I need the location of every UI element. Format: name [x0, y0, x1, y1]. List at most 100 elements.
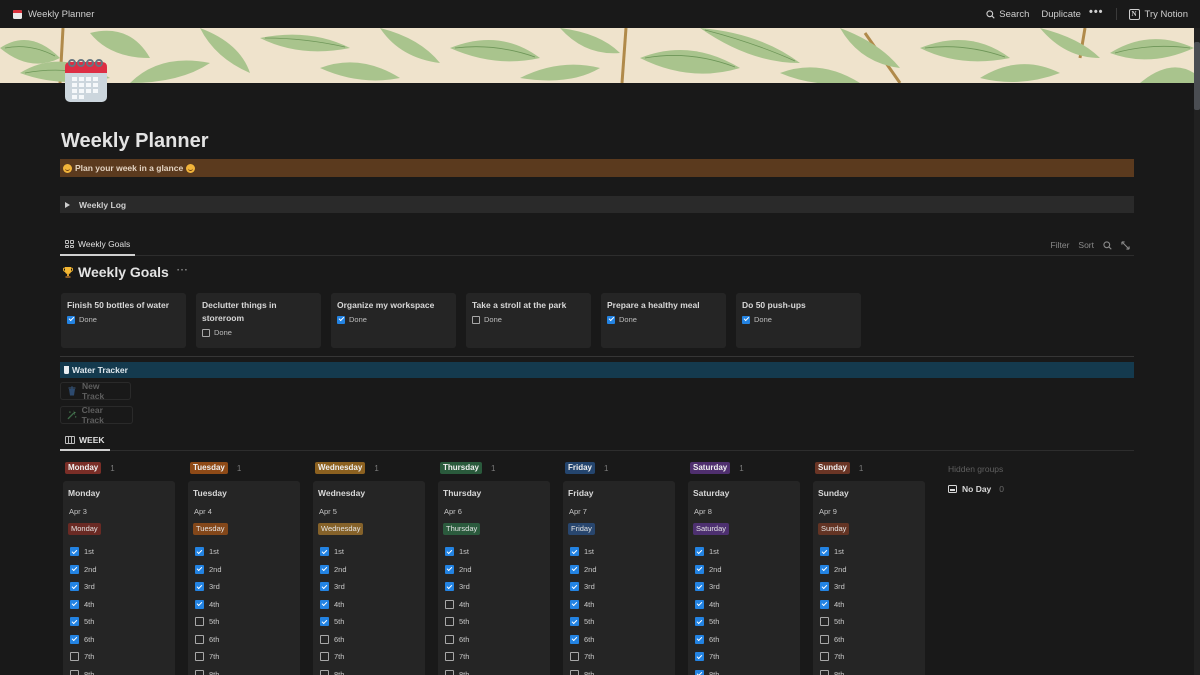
water-checkbox[interactable]: [195, 652, 204, 662]
calendar-icon[interactable]: [64, 57, 108, 103]
try-notion-button[interactable]: N Try Notion: [1128, 8, 1188, 20]
breadcrumb[interactable]: Weekly Planner: [13, 9, 94, 20]
search-icon[interactable]: [1103, 240, 1112, 250]
column-header[interactable]: Friday 1: [565, 461, 675, 475]
board-card[interactable]: Monday Apr 3 Monday 1st 2nd 3rd 4th 5th 6th 7th 8t…: [63, 481, 175, 675]
water-checkbox[interactable]: [695, 634, 704, 644]
water-checkbox[interactable]: [70, 564, 79, 574]
water-checkbox[interactable]: [70, 669, 79, 675]
water-checkbox[interactable]: [570, 599, 579, 609]
water-checkbox[interactable]: [70, 599, 79, 609]
done-checkbox[interactable]: [67, 315, 75, 324]
water-checkbox[interactable]: [695, 547, 704, 557]
water-checkbox[interactable]: [445, 669, 454, 675]
water-checkbox[interactable]: [195, 617, 204, 627]
water-checkbox[interactable]: [445, 564, 454, 574]
goal-card[interactable]: Finish 50 bottles of water Done: [61, 293, 186, 348]
water-checkbox[interactable]: [195, 634, 204, 644]
scrollbar-thumb[interactable]: [1194, 42, 1200, 110]
water-checkbox[interactable]: [695, 564, 704, 574]
page-title[interactable]: Weekly Planner: [61, 130, 208, 153]
water-checkbox[interactable]: [70, 547, 79, 557]
tab-weekly-goals[interactable]: Weekly Goals: [60, 234, 136, 256]
water-checkbox[interactable]: [195, 564, 204, 574]
column-header[interactable]: Tuesday 1: [190, 461, 300, 475]
water-checkbox[interactable]: [820, 547, 829, 557]
done-checkbox[interactable]: [472, 315, 480, 324]
board-card[interactable]: Tuesday Apr 4 Tuesday 1st 2nd 3rd 4th 5th 6th 7th…: [188, 481, 300, 675]
water-checkbox[interactable]: [320, 547, 329, 557]
goal-card[interactable]: Take a stroll at the park Done: [466, 293, 591, 348]
column-header[interactable]: Thursday 1: [440, 461, 550, 475]
water-checkbox[interactable]: [195, 599, 204, 609]
column-header[interactable]: Sunday 1: [815, 461, 925, 475]
water-checkbox[interactable]: [70, 652, 79, 662]
water-checkbox[interactable]: [820, 599, 829, 609]
duplicate-button[interactable]: Duplicate: [1041, 9, 1081, 20]
board-card[interactable]: Saturday Apr 8 Saturday 1st 2nd 3rd 4th 5th 6th 7…: [688, 481, 800, 675]
hidden-group-no-day[interactable]: No Day 0: [948, 484, 1004, 494]
water-checkbox[interactable]: [820, 669, 829, 675]
water-checkbox[interactable]: [320, 564, 329, 574]
water-checkbox[interactable]: [320, 669, 329, 675]
more-options-button[interactable]: •••: [1089, 6, 1104, 18]
water-checkbox[interactable]: [570, 669, 579, 675]
water-checkbox[interactable]: [570, 582, 579, 592]
water-checkbox[interactable]: [695, 669, 704, 675]
water-checkbox[interactable]: [70, 617, 79, 627]
water-checkbox[interactable]: [320, 652, 329, 662]
database-more-button[interactable]: ···: [177, 265, 189, 276]
expand-icon[interactable]: [1121, 240, 1130, 250]
water-checkbox[interactable]: [820, 617, 829, 627]
water-checkbox[interactable]: [320, 617, 329, 627]
sort-button[interactable]: Sort: [1078, 240, 1094, 250]
goal-card[interactable]: Do 50 push-ups Done: [736, 293, 861, 348]
water-checkbox[interactable]: [445, 634, 454, 644]
done-checkbox[interactable]: [202, 328, 210, 337]
water-checkbox[interactable]: [320, 634, 329, 644]
filter-button[interactable]: Filter: [1051, 240, 1070, 250]
water-checkbox[interactable]: [320, 599, 329, 609]
search-button[interactable]: Search: [986, 9, 1029, 20]
done-checkbox[interactable]: [607, 315, 615, 324]
water-checkbox[interactable]: [195, 669, 204, 675]
board-card[interactable]: Friday Apr 7 Friday 1st 2nd 3rd 4th 5th 6th 7th 8t…: [563, 481, 675, 675]
water-checkbox[interactable]: [820, 652, 829, 662]
goal-card[interactable]: Prepare a healthy meal Done: [601, 293, 726, 348]
scrollbar[interactable]: [1194, 28, 1200, 675]
done-checkbox[interactable]: [337, 315, 345, 324]
water-checkbox[interactable]: [570, 634, 579, 644]
database-title[interactable]: Weekly Goals ···: [63, 264, 188, 280]
water-checkbox[interactable]: [695, 599, 704, 609]
water-checkbox[interactable]: [570, 652, 579, 662]
water-checkbox[interactable]: [695, 652, 704, 662]
column-header[interactable]: Wednesday 1: [315, 461, 425, 475]
water-checkbox[interactable]: [570, 564, 579, 574]
callout[interactable]: Plan your week in a glance: [60, 159, 1134, 177]
column-header[interactable]: Saturday 1: [690, 461, 800, 475]
done-checkbox[interactable]: [742, 315, 750, 324]
goal-card[interactable]: Organize my workspace Done: [331, 293, 456, 348]
weekly-log-toggle[interactable]: Weekly Log: [60, 196, 1134, 213]
water-checkbox[interactable]: [695, 582, 704, 592]
water-checkbox[interactable]: [820, 634, 829, 644]
toggle-triangle-icon[interactable]: [65, 201, 70, 208]
water-checkbox[interactable]: [195, 547, 204, 557]
new-track-button[interactable]: New Track: [60, 381, 131, 401]
board-card[interactable]: Sunday Apr 9 Sunday 1st 2nd 3rd 4th 5th 6th 7th 8t…: [813, 481, 925, 675]
water-checkbox[interactable]: [820, 582, 829, 592]
clear-track-button[interactable]: Clear Track: [60, 405, 133, 425]
water-checkbox[interactable]: [320, 582, 329, 592]
goal-card[interactable]: Declutter things in storeroom Done: [196, 293, 321, 348]
water-checkbox[interactable]: [695, 617, 704, 627]
water-checkbox[interactable]: [445, 617, 454, 627]
water-checkbox[interactable]: [570, 617, 579, 627]
board-card[interactable]: Thursday Apr 6 Thursday 1st 2nd 3rd 4th 5th 6th 7…: [438, 481, 550, 675]
water-tracker-header[interactable]: Water Tracker: [60, 362, 1134, 378]
water-checkbox[interactable]: [570, 547, 579, 557]
tab-week[interactable]: WEEK: [60, 430, 110, 451]
water-checkbox[interactable]: [445, 582, 454, 592]
water-checkbox[interactable]: [195, 582, 204, 592]
water-checkbox[interactable]: [70, 634, 79, 644]
water-checkbox[interactable]: [70, 582, 79, 592]
